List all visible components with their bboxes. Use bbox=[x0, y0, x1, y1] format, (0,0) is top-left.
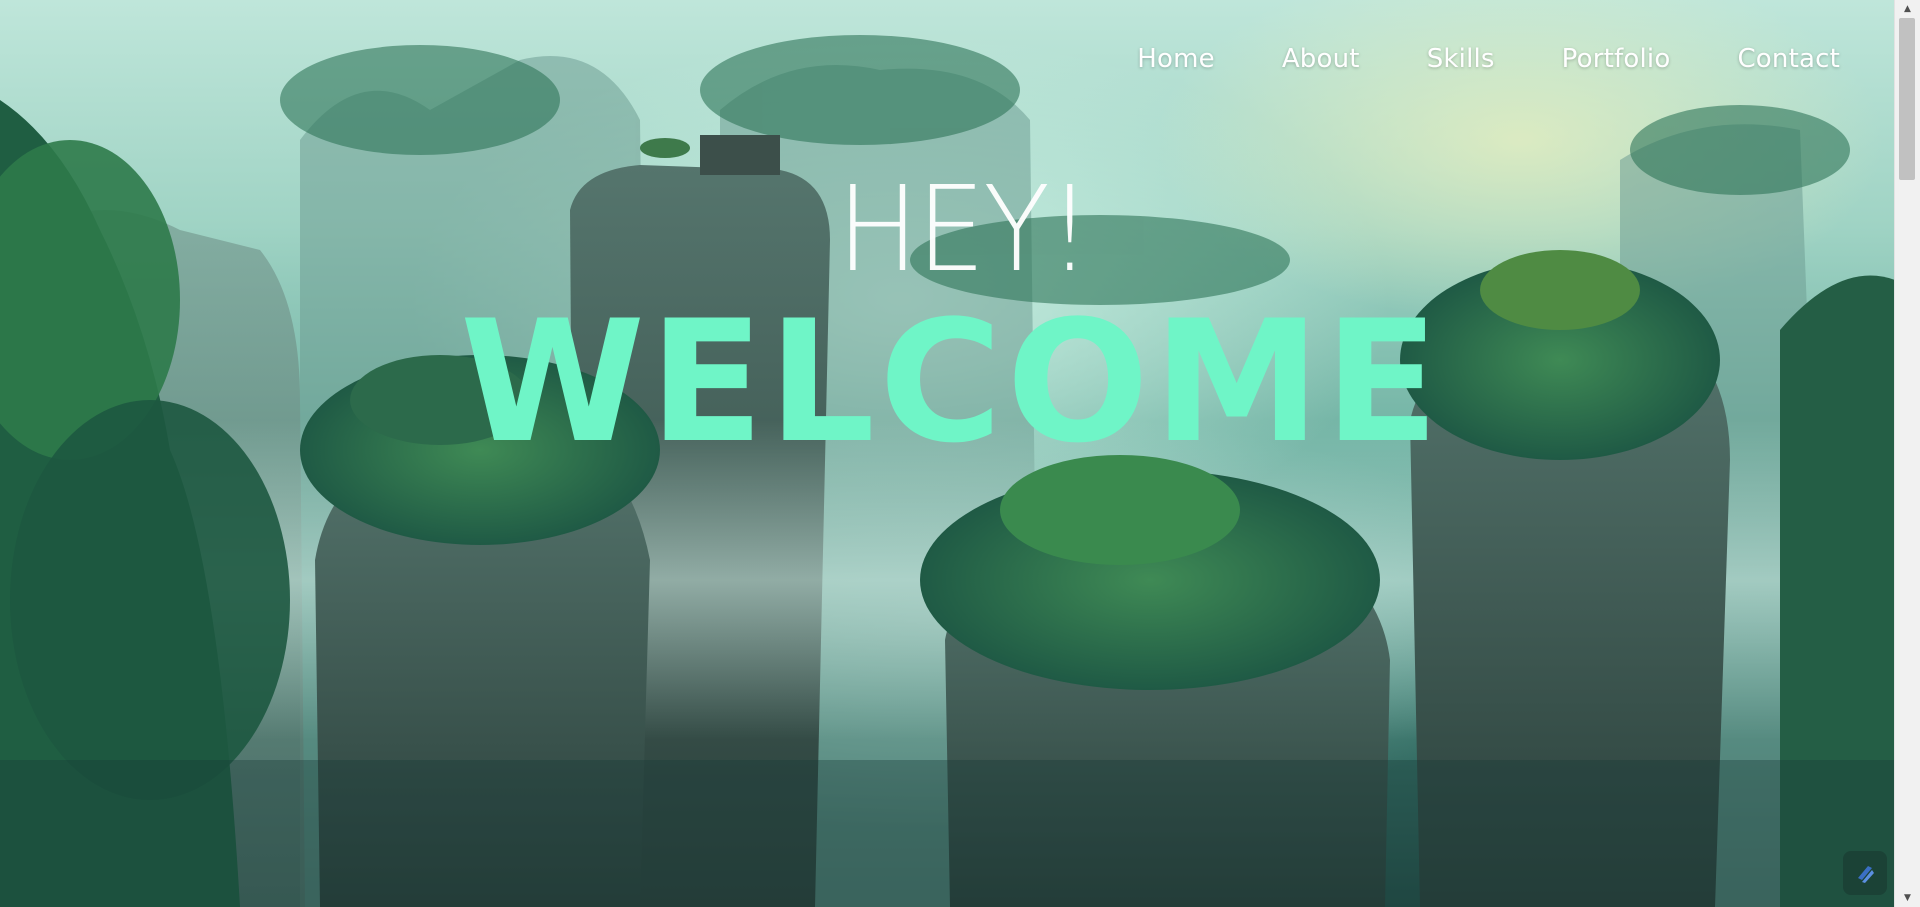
app-logo-icon[interactable] bbox=[1843, 851, 1887, 895]
hero-greeting: HEY! bbox=[837, 160, 1092, 298]
nav-link-contact[interactable]: Contact bbox=[1737, 44, 1840, 74]
nav-link-skills[interactable]: Skills bbox=[1427, 44, 1495, 74]
page-scrollbar[interactable]: ▲ ▼ bbox=[1894, 0, 1920, 907]
scrollbar-thumb[interactable] bbox=[1899, 18, 1915, 180]
nav-link-home[interactable]: Home bbox=[1137, 44, 1215, 74]
main-nav: Home About Skills Portfolio Contact bbox=[1137, 44, 1840, 74]
nav-link-portfolio[interactable]: Portfolio bbox=[1562, 44, 1671, 74]
scroll-up-arrow-icon[interactable]: ▲ bbox=[1895, 0, 1920, 18]
hero-headline: WELCOME bbox=[459, 284, 1444, 480]
scroll-down-arrow-icon[interactable]: ▼ bbox=[1895, 889, 1920, 907]
hero-section: HEY! WELCOME bbox=[0, 170, 1895, 466]
nav-link-about[interactable]: About bbox=[1282, 44, 1360, 74]
page-viewport: Home About Skills Portfolio Contact HEY!… bbox=[0, 0, 1920, 907]
app-logo-glyph bbox=[1858, 866, 1874, 883]
